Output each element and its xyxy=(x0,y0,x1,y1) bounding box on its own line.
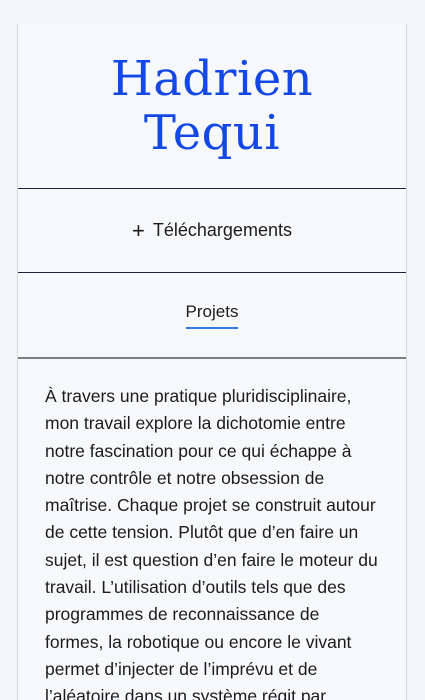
intro-paragraph: À travers une pratique pluridisciplinair… xyxy=(45,386,378,700)
content-area: À travers une pratique pluridisciplinair… xyxy=(18,359,406,700)
site-title[interactable]: Hadrien Tequi xyxy=(92,52,332,160)
downloads-label: Téléchargements xyxy=(152,220,292,240)
projects-link[interactable]: Projets xyxy=(185,302,239,329)
plus-icon: + xyxy=(132,217,145,243)
site-header: Hadrien Tequi xyxy=(18,24,406,189)
page-frame: Hadrien Tequi + Téléchargements Projets … xyxy=(17,24,407,700)
projects-nav: Projets xyxy=(18,273,406,359)
downloads-toggle[interactable]: + Téléchargements xyxy=(18,189,406,273)
